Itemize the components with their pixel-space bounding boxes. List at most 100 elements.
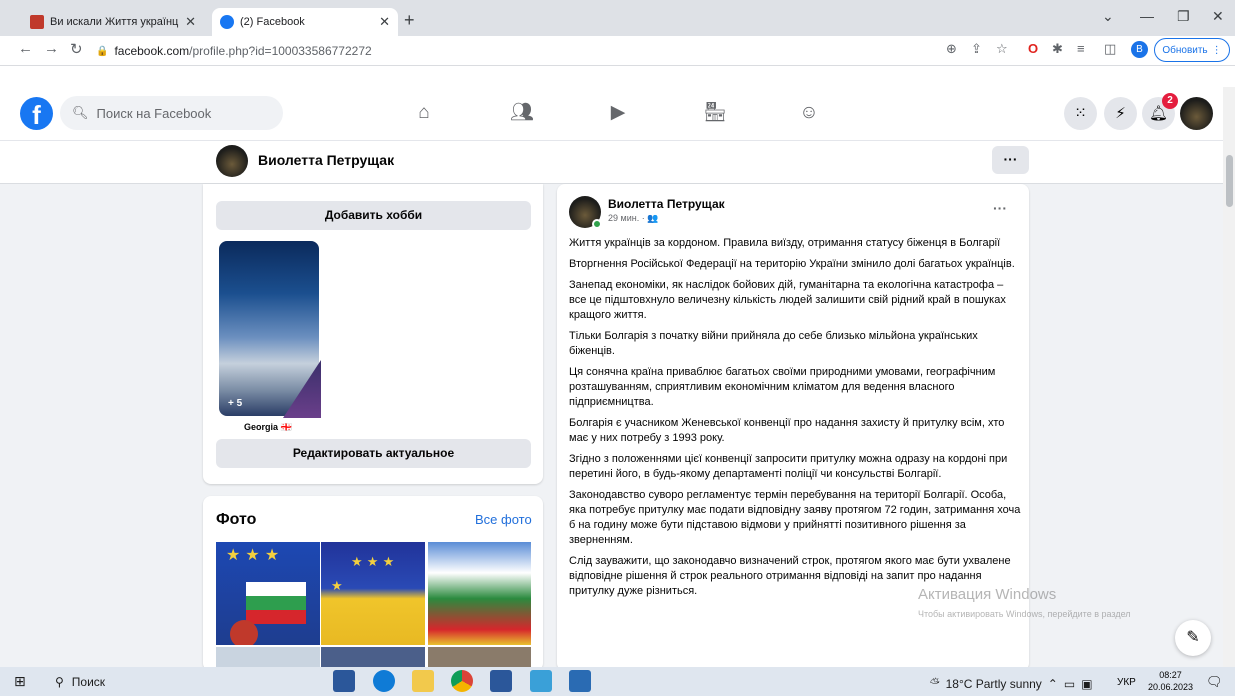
svg-text:★ ★ ★: ★ ★ ★	[226, 545, 279, 564]
story-count: + 5	[228, 398, 243, 409]
messenger-icon[interactable]: ⚡︎	[1104, 97, 1137, 130]
kebab-menu-icon: ⋮	[1211, 44, 1222, 56]
share-icon[interactable]: ⇪	[971, 41, 982, 57]
url-host: facebook.com	[114, 44, 190, 58]
profile-name[interactable]: Виолетта Петрущак	[258, 152, 394, 168]
tab-facebook[interactable]: (2) Facebook ✕	[212, 8, 398, 36]
profile-avatar[interactable]	[216, 145, 248, 177]
photo-thumbnail[interactable]: ★ ★ ★	[216, 542, 320, 645]
menu-grid-icon[interactable]: ⁙	[1064, 97, 1097, 130]
side-panel-icon[interactable]: ◫	[1104, 41, 1116, 57]
home-icon[interactable]: ⌂	[411, 100, 437, 126]
facebook-logo-icon[interactable]: f	[20, 97, 53, 130]
update-browser-button[interactable]: Обновить ⋮	[1154, 38, 1230, 62]
weather-label: 18°C Partly sunny	[945, 676, 1042, 691]
install-app-icon[interactable]: ⊕	[946, 41, 957, 57]
post-paragraph: Вторгнення Російської Федерації на терит…	[569, 258, 1015, 270]
bookmark-star-icon[interactable]: ☆	[996, 41, 1008, 57]
marketplace-icon[interactable]: 🏪︎	[702, 100, 728, 126]
opera-extension-icon[interactable]: O	[1028, 41, 1038, 56]
clock-time: 08:27	[1159, 670, 1182, 680]
search-icon: 🔍︎	[72, 105, 89, 120]
post-paragraph: Законодавство суворо регламентує термін …	[569, 489, 1021, 546]
file-explorer-icon[interactable]	[412, 670, 434, 692]
task-view-icon[interactable]	[333, 670, 355, 692]
action-center-icon[interactable]: 🗨︎	[1206, 674, 1223, 690]
network-icon[interactable]: ▣	[1081, 677, 1092, 691]
post-timestamp[interactable]: 29 мин. · 👥	[608, 213, 658, 224]
extensions-puzzle-icon[interactable]: ✱	[1052, 41, 1063, 57]
address-input[interactable]: 🔒 facebook.com/profile.php?id=1000335867…	[96, 40, 926, 62]
post-paragraph: Ця сонячна країна приваблює багатьох сво…	[569, 366, 996, 408]
back-icon[interactable]: ←	[18, 40, 33, 57]
tab-title: Ви искали Життя українців за к	[50, 16, 179, 28]
word-icon[interactable]	[490, 670, 512, 692]
edit-highlights-button[interactable]: Редактировать актуальное	[216, 439, 531, 468]
taskbar-search[interactable]: ⚲ Поиск	[55, 675, 105, 689]
url-path: /profile.php?id=100033586772272	[189, 44, 372, 58]
activation-watermark-title: Активация Windows	[918, 586, 1057, 603]
page-top-spacer	[0, 66, 1235, 87]
eu-bulgaria-puzzle-image: ★ ★ ★	[226, 545, 306, 645]
chrome-icon[interactable]	[451, 670, 473, 692]
clock-date: 20.06.2023	[1148, 682, 1194, 692]
account-avatar[interactable]	[1180, 97, 1213, 130]
taskbar-clock[interactable]: 08:27 20.06.2023	[1148, 669, 1193, 693]
photos-title: Фото	[216, 511, 257, 528]
search-placeholder: Поиск на Facebook	[96, 105, 212, 121]
activation-watermark-text: Чтобы активировать Windows, перейдите в …	[918, 609, 1131, 619]
svg-text:★: ★	[331, 579, 343, 594]
tab-close-icon[interactable]: ✕	[379, 14, 390, 30]
browser-profile-avatar[interactable]: В	[1131, 41, 1148, 58]
friends-icon[interactable]: 👥︎	[509, 100, 535, 126]
tab-close-icon[interactable]: ✕	[185, 14, 196, 30]
tab-search-chevron-icon[interactable]: ⌄	[1102, 8, 1114, 25]
watch-video-icon[interactable]: ▶︎	[605, 100, 631, 126]
facebook-search-input[interactable]: 🔍︎ Поиск на Facebook	[60, 96, 283, 130]
post-text: Життя українців за кордоном. Правила виї…	[569, 236, 1021, 605]
tray-chevron-icon[interactable]: ⌃	[1048, 677, 1058, 691]
battery-icon[interactable]: ▭	[1064, 677, 1075, 691]
post-paragraph: Згідно з положеннями цієї конвенції запр…	[569, 453, 1008, 480]
photo-thumbnail[interactable]: ★ ★ ★ ★	[321, 542, 425, 645]
yandex-favicon-icon	[30, 15, 44, 29]
photo-thumbnail[interactable]	[428, 542, 531, 645]
tab-title: (2) Facebook	[240, 16, 305, 28]
minimize-icon[interactable]: —	[1140, 8, 1154, 24]
partly-sunny-icon: ⛅︎	[930, 676, 940, 690]
forward-icon[interactable]: →	[44, 40, 59, 57]
tab-search-results[interactable]: Ви искали Життя українців за к ✕	[22, 8, 204, 36]
facebook-favicon-icon	[220, 15, 234, 29]
profile-more-button[interactable]: ···	[992, 146, 1029, 174]
post-paragraph: Тільки Болгарія з початку війни прийняла…	[569, 330, 978, 357]
groups-icon[interactable]: ☺︎	[796, 100, 822, 126]
telegram-icon[interactable]	[569, 670, 591, 692]
edge-icon[interactable]	[373, 670, 395, 692]
online-status-dot	[592, 219, 602, 229]
see-all-photos-link[interactable]: Все фото	[475, 512, 532, 527]
scrollbar-thumb[interactable]	[1226, 155, 1233, 207]
notification-badge: 2	[1162, 93, 1178, 109]
language-indicator[interactable]: УКР	[1117, 677, 1136, 688]
lock-icon: 🔒	[96, 45, 109, 57]
taskbar-search-label: Поиск	[71, 675, 106, 689]
post-paragraph: Занепад економіки, як наслідок бойових д…	[569, 279, 1006, 321]
add-hobby-button[interactable]: Добавить хобби	[216, 201, 531, 230]
search-icon: ⚲	[55, 675, 64, 689]
photos-app-icon[interactable]	[530, 670, 552, 692]
reading-list-icon[interactable]: ≡	[1077, 41, 1085, 56]
windows-start-icon[interactable]: ⊞	[14, 673, 26, 690]
post-paragraph: Життя українців за кордоном. Правила виї…	[569, 237, 1001, 249]
new-message-edit-icon[interactable]: ✎	[1175, 620, 1211, 656]
window-close-icon[interactable]: ✕	[1212, 8, 1224, 25]
post-author-name[interactable]: Виолетта Петрущак	[608, 197, 725, 211]
weather-widget[interactable]: ⛅︎ 18°C Partly sunny ⌃ ▭ ▣	[930, 676, 1093, 691]
reload-icon[interactable]: ↻	[70, 40, 83, 58]
new-tab-button[interactable]: +	[404, 10, 415, 31]
maximize-icon[interactable]: ❐	[1177, 8, 1190, 25]
post-paragraph: Болгарія є учасником Женевської конвенці…	[569, 417, 1005, 444]
eu-ukraine-flag-image: ★ ★ ★ ★	[331, 555, 394, 594]
post-options-button[interactable]: ···	[993, 200, 1007, 216]
story-caption: Georgia 🇬🇪	[244, 422, 292, 432]
update-label: Обновить	[1162, 44, 1208, 56]
